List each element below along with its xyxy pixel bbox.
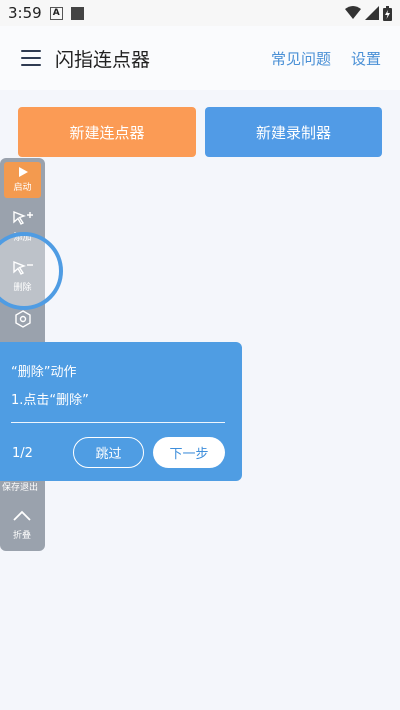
next-step-button[interactable]: 下一步 <box>153 437 225 468</box>
skip-button[interactable]: 跳过 <box>73 437 144 468</box>
status-right-icons <box>345 5 392 21</box>
menu-icon[interactable] <box>21 50 41 66</box>
guide-title: “删除”动作 <box>11 365 77 380</box>
highlight-ring <box>0 232 63 310</box>
hexagon-gear-icon <box>14 310 31 328</box>
start-tool[interactable]: 启动 <box>4 162 41 198</box>
wifi-icon <box>345 6 361 19</box>
guide-tooltip: “删除”动作 1.点击“删除” 1/2 跳过 下一步 <box>0 342 242 481</box>
notification-square-icon <box>70 6 84 20</box>
battery-icon <box>383 5 392 21</box>
guide-divider <box>11 422 225 423</box>
status-bar: 3:59 A <box>0 0 400 26</box>
app-title: 闪指连点器 <box>55 49 151 71</box>
notification-a-icon: A <box>49 6 63 20</box>
faq-link[interactable]: 常见问题 <box>271 48 331 69</box>
play-icon <box>18 167 28 177</box>
guide-page-indicator: 1/2 <box>12 446 33 461</box>
chevron-up-icon[interactable] <box>13 510 31 522</box>
fold-label[interactable]: 折叠 <box>13 528 31 541</box>
signal-icon <box>365 6 379 20</box>
start-tool-label: 启动 <box>13 183 32 193</box>
settings-tool[interactable] <box>0 310 45 328</box>
app-header: 闪指连点器 常见问题 设置 <box>0 26 400 90</box>
save-exit-label[interactable]: 保存退出 <box>2 480 38 493</box>
status-time: 3:59 <box>8 4 42 22</box>
new-recorder-button[interactable]: 新建录制器 <box>205 107 382 157</box>
guide-step: 1.点击“删除” <box>11 393 89 408</box>
settings-link[interactable]: 设置 <box>351 48 381 69</box>
cursor-add-icon <box>12 210 33 225</box>
new-clicker-button[interactable]: 新建连点器 <box>18 107 196 157</box>
